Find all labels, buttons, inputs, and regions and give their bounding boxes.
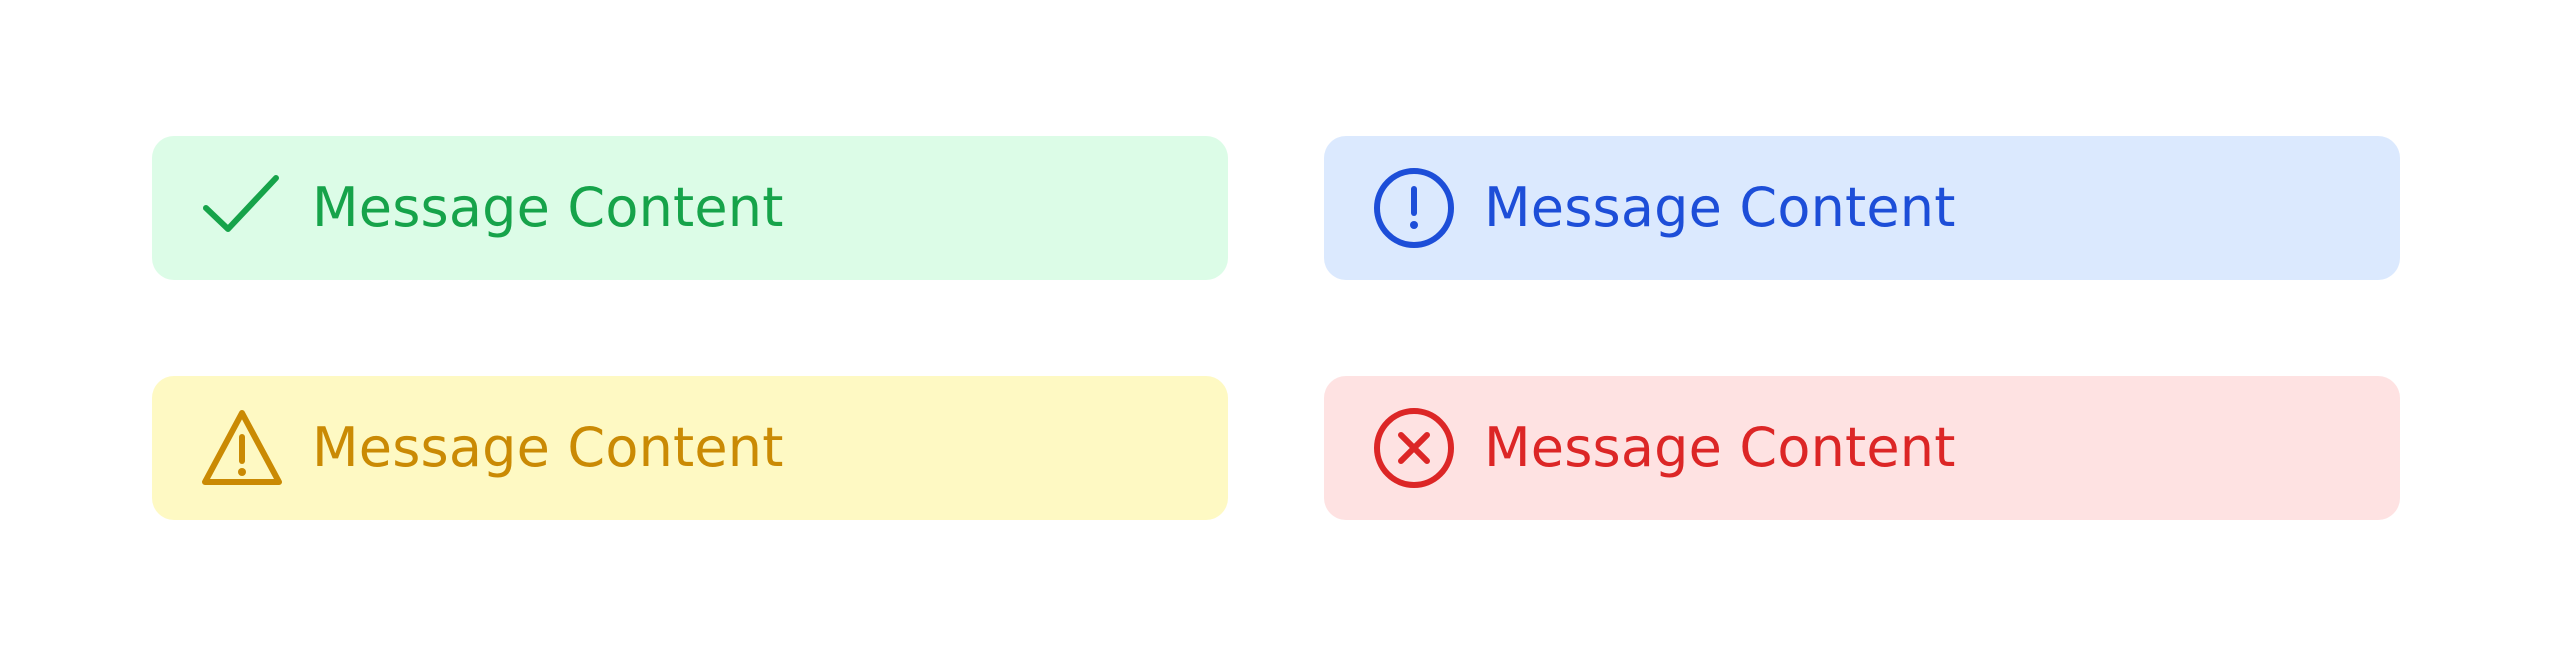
alert-warning-message: Message Content xyxy=(312,416,784,479)
alert-info: Message Content xyxy=(1324,136,2400,280)
warning-triangle-icon xyxy=(200,406,284,490)
alerts-canvas: Message Content Message Content Message … xyxy=(0,0,2552,656)
alert-success: Message Content xyxy=(152,136,1228,280)
alert-success-message: Message Content xyxy=(312,176,784,239)
alert-info-message: Message Content xyxy=(1484,176,1956,239)
alert-warning: Message Content xyxy=(152,376,1228,520)
check-icon xyxy=(200,166,284,250)
x-circle-icon xyxy=(1372,406,1456,490)
alert-error: Message Content xyxy=(1324,376,2400,520)
exclamation-circle-icon xyxy=(1372,166,1456,250)
alert-error-message: Message Content xyxy=(1484,416,1956,479)
